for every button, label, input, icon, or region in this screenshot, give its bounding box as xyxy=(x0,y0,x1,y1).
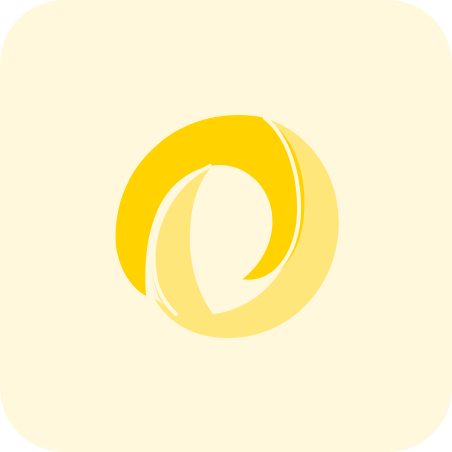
app-icon-canvas xyxy=(0,0,452,452)
jsonld-logo-icon xyxy=(115,115,339,339)
